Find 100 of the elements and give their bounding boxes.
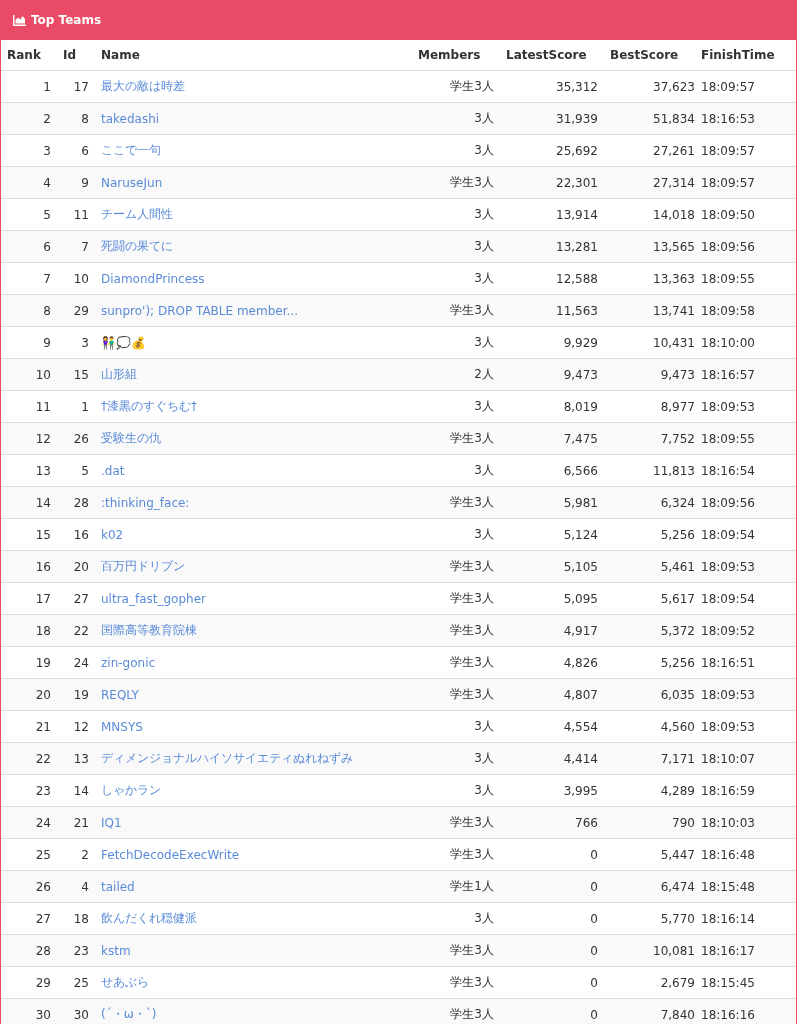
team-name-link[interactable]: DiamondPrincess bbox=[101, 271, 205, 286]
table-cell: 13,565 bbox=[653, 239, 695, 254]
table-cell: 15 bbox=[73, 367, 89, 382]
table-cell: 0 bbox=[590, 911, 598, 926]
table-cell: 学生3人 bbox=[450, 942, 494, 959]
table-cell: 4,554 bbox=[563, 719, 598, 734]
table-cell: 18:09:52 bbox=[701, 623, 755, 638]
table-cell: 5,105 bbox=[563, 559, 598, 574]
table-cell: 27,314 bbox=[653, 175, 695, 190]
team-name-link[interactable]: ここで一句 bbox=[101, 143, 161, 157]
table-cell: 18:09:55 bbox=[701, 431, 755, 446]
team-name-link[interactable]: IQ1 bbox=[101, 815, 122, 830]
team-name-link[interactable]: †漆黒のすぐちむ† bbox=[101, 399, 197, 413]
table-cell: 18:16:16 bbox=[701, 1007, 755, 1022]
table-cell: 0 bbox=[590, 975, 598, 990]
table-cell: 18:09:56 bbox=[701, 495, 755, 510]
table-cell: 3人 bbox=[474, 398, 494, 415]
table-cell: 27 bbox=[73, 591, 89, 606]
table-cell: 13 bbox=[73, 751, 89, 766]
column-header: Rank bbox=[7, 48, 41, 62]
table-cell: 18:16:14 bbox=[701, 911, 755, 926]
table-cell: 766 bbox=[575, 815, 598, 830]
table-cell: 10 bbox=[35, 367, 51, 382]
team-name-link[interactable]: kstm bbox=[101, 943, 131, 958]
team-name-link[interactable]: k02 bbox=[101, 527, 124, 542]
table-cell: 7,840 bbox=[660, 1007, 695, 1022]
team-name-link[interactable]: 飲んだくれ穏健派 bbox=[101, 911, 197, 925]
table-cell: 30 bbox=[35, 1007, 51, 1022]
team-name-link[interactable]: NaruseJun bbox=[101, 175, 163, 190]
table-cell: 学生3人 bbox=[450, 654, 494, 671]
team-name-link[interactable]: (´・ω・`) bbox=[101, 1007, 157, 1021]
table-cell: 2 bbox=[43, 111, 51, 126]
table-cell: 18:09:53 bbox=[701, 399, 755, 414]
team-name-link[interactable]: .dat bbox=[101, 463, 125, 478]
team-name-link[interactable]: zin-gonic bbox=[101, 655, 156, 670]
team-name-link[interactable]: takedashi bbox=[101, 111, 160, 126]
table-cell: 18:10:00 bbox=[701, 335, 755, 350]
table-cell: 22 bbox=[35, 751, 51, 766]
table-cell: 学生3人 bbox=[450, 686, 494, 703]
table-cell: 13 bbox=[35, 463, 51, 478]
team-name-link[interactable]: しゃかラン bbox=[101, 783, 161, 797]
table-cell: 0 bbox=[590, 879, 598, 894]
team-name-link[interactable]: REQLY bbox=[101, 687, 139, 702]
table-cell: 18:09:53 bbox=[701, 719, 755, 734]
team-name-link[interactable]: 山形組 bbox=[101, 367, 137, 381]
table-cell: 5,981 bbox=[563, 495, 598, 510]
table-cell: 13,914 bbox=[556, 207, 598, 222]
table-cell: 26 bbox=[35, 879, 51, 894]
table-cell: 5 bbox=[43, 207, 51, 222]
table-cell: 11 bbox=[35, 399, 51, 414]
table-cell: 3人 bbox=[474, 238, 494, 255]
table-cell: 5,256 bbox=[660, 527, 695, 542]
table-cell: 5,372 bbox=[660, 623, 695, 638]
table-cell: 27,261 bbox=[653, 143, 695, 158]
table-cell: 学生3人 bbox=[450, 174, 494, 191]
table-cell: 14,018 bbox=[653, 207, 695, 222]
table-cell: 6 bbox=[81, 143, 89, 158]
table-cell: 21 bbox=[73, 815, 89, 830]
team-name-link[interactable]: FetchDecodeExecWrite bbox=[101, 847, 240, 862]
team-name-link[interactable]: せあぶら bbox=[101, 975, 149, 989]
team-name-link[interactable]: ultra_fast_gopher bbox=[101, 591, 206, 606]
table-cell: 10 bbox=[73, 271, 89, 286]
table-cell: 18:16:53 bbox=[701, 111, 755, 126]
team-name-link[interactable]: 最大の敵は時差 bbox=[101, 79, 185, 93]
table-cell: 24 bbox=[73, 655, 89, 670]
team-name-link[interactable]: :thinking_face: bbox=[101, 495, 190, 510]
team-name-link[interactable]: チーム人間性 bbox=[101, 207, 173, 221]
team-name-link[interactable]: 死闘の果てに bbox=[101, 239, 173, 253]
table-cell: 0 bbox=[590, 943, 598, 958]
table-cell: 9,473 bbox=[660, 367, 695, 382]
table-cell: 12 bbox=[35, 431, 51, 446]
table-cell: 18:10:03 bbox=[701, 815, 755, 830]
table-cell: 学生3人 bbox=[450, 622, 494, 639]
table-cell: 0 bbox=[590, 847, 598, 862]
table-cell: 30 bbox=[73, 1007, 89, 1022]
table-cell: 3人 bbox=[474, 718, 494, 735]
table-cell: 16 bbox=[73, 527, 89, 542]
table-cell: 3人 bbox=[474, 782, 494, 799]
table-cell: 6,324 bbox=[660, 495, 695, 510]
table-cell: 26 bbox=[73, 431, 89, 446]
table-cell: 6 bbox=[43, 239, 51, 254]
table-cell: 3人 bbox=[474, 142, 494, 159]
table-cell: 13,363 bbox=[653, 271, 695, 286]
table-cell: 27 bbox=[35, 911, 51, 926]
team-name-link[interactable]: 受験生の仇 bbox=[101, 431, 161, 445]
table-cell: 51,834 bbox=[653, 111, 695, 126]
table-cell: 12,588 bbox=[556, 271, 598, 286]
table-cell: 5,256 bbox=[660, 655, 695, 670]
team-name-link[interactable]: 国際高等教育院棟 bbox=[101, 623, 197, 637]
table-cell: 18:16:59 bbox=[701, 783, 755, 798]
team-name-link[interactable]: 百万円ドリブン bbox=[101, 559, 185, 573]
table-cell: 5,461 bbox=[660, 559, 695, 574]
table-cell: 20 bbox=[73, 559, 89, 574]
table-cell: 13,741 bbox=[653, 303, 695, 318]
table-cell: 学生3人 bbox=[450, 846, 494, 863]
team-name-link[interactable]: MNSYS bbox=[101, 719, 143, 734]
table-cell: 学生1人 bbox=[450, 878, 494, 895]
team-name-link[interactable]: tailed bbox=[101, 879, 135, 894]
table-cell: 2,679 bbox=[660, 975, 695, 990]
table-cell: 3人 bbox=[474, 270, 494, 287]
